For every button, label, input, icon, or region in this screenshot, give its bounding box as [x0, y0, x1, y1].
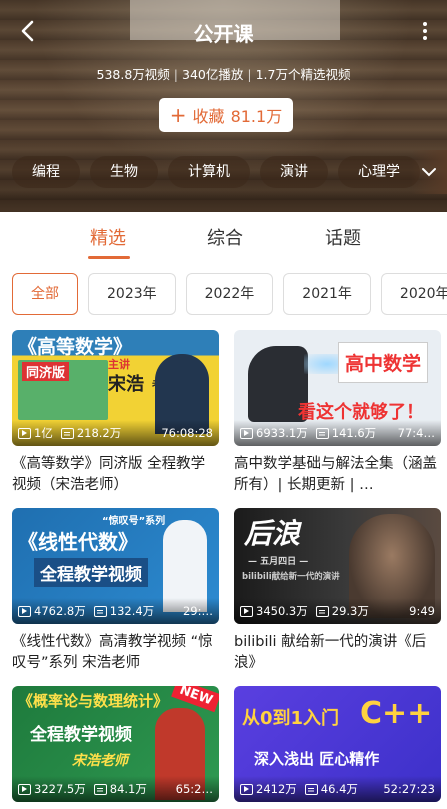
video-card[interactable]: 《高等数学》 同济版 主讲 宋浩 老师 1亿 218.2万 76:08:28 《…: [12, 330, 219, 496]
category-biology[interactable]: 生物: [90, 156, 158, 188]
duration: 76:08:28: [161, 426, 213, 440]
play-count-icon: [18, 427, 31, 439]
filter-2022[interactable]: 2022年: [185, 273, 274, 315]
video-thumbnail[interactable]: 高中数学 看这个就够了！ 6933.1万 141.6万 77:4…: [234, 330, 441, 446]
duration: 29:…: [182, 604, 213, 618]
stat-featured: 1.7万个精选视频: [255, 67, 351, 82]
thumb-meta-bar: 1亿 218.2万 76:08:28: [12, 420, 219, 446]
play-count: 1亿: [34, 426, 53, 440]
thumb-text: 全程教学视频: [34, 558, 148, 587]
favorite-button[interactable]: + 收藏 81.1万: [159, 98, 293, 132]
category-psychology[interactable]: 心理学: [338, 156, 420, 188]
video-thumbnail[interactable]: 从0到1入门 C++ 深入浅出 匠心精作 2412万 46.4万 52:27:2…: [234, 686, 441, 802]
top-bar: 公开课: [0, 12, 447, 52]
category-programming[interactable]: 编程: [12, 156, 80, 188]
danmaku-icon: [315, 605, 329, 617]
video-thumbnail[interactable]: 《高等数学》 同济版 主讲 宋浩 老师 1亿 218.2万 76:08:28: [12, 330, 219, 446]
play-count-icon: [18, 605, 31, 617]
play-count-icon: [18, 783, 31, 795]
danmaku-count: 218.2万: [76, 426, 122, 440]
tab-general[interactable]: 综合: [207, 224, 243, 250]
danmaku-count: 84.1万: [109, 782, 147, 796]
more-vertical-icon[interactable]: [415, 16, 435, 46]
filter-2020[interactable]: 2020年: [380, 273, 447, 315]
tab-featured[interactable]: 精选: [90, 224, 126, 250]
category-speech[interactable]: 演讲: [260, 156, 328, 188]
thumb-text: 后浪: [244, 517, 301, 550]
play-count-icon: [240, 783, 253, 795]
thumb-text: — 五月四日 —: [248, 557, 309, 567]
thumb-text: bilibili献给新一代的演讲: [242, 572, 340, 582]
video-thumbnail[interactable]: “惊叹号”系列 《线性代数》 全程教学视频 4762.8万 132.4万 29:…: [12, 508, 219, 624]
video-title[interactable]: 《线性代数》高清教学视频 “惊叹号”系列 宋浩老师: [12, 632, 219, 674]
active-tab-indicator: [88, 256, 130, 259]
danmaku-count: 29.3万: [331, 604, 369, 618]
play-count: 3450.3万: [256, 604, 308, 618]
plus-icon: +: [169, 103, 187, 127]
page-title: 公开课: [193, 22, 254, 46]
thumb-text: 《概率论与数理统计》: [18, 692, 169, 710]
danmaku-icon: [60, 427, 74, 439]
stat-plays: 340亿播放: [182, 67, 244, 82]
chevron-down-icon[interactable]: [411, 150, 447, 194]
stat-divider: |: [173, 67, 179, 82]
danmaku-icon: [315, 427, 329, 439]
thumb-text: 宋浩: [108, 374, 144, 395]
video-title[interactable]: 《高等数学》同济版 全程教学视频（宋浩老师）: [12, 454, 219, 496]
year-filter-bar: 全部 2023年 2022年 2021年 2020年: [12, 273, 447, 315]
thumb-text: 从0到1入门: [242, 708, 340, 729]
play-count-icon: [240, 605, 253, 617]
thumb-text: 宋浩老师: [72, 753, 128, 769]
tab-topics[interactable]: 话题: [325, 224, 361, 250]
play-count-icon: [240, 427, 253, 439]
danmaku-count: 46.4万: [320, 782, 358, 796]
filter-2023[interactable]: 2023年: [88, 273, 176, 315]
tab-bar: 精选 综合 话题: [0, 212, 447, 262]
stats-line: 538.8万视频 | 340亿播放 | 1.7万个精选视频: [0, 64, 447, 83]
thumb-text: C++: [360, 696, 433, 731]
video-thumbnail[interactable]: 《概率论与数理统计》 全程教学视频 宋浩老师 NEW 3227.5万 84.1万…: [12, 686, 219, 802]
thumb-text: 《线性代数》: [18, 530, 138, 554]
category-bar: 编程 生物 计算机 演讲 心理学: [12, 156, 420, 188]
play-count: 6933.1万: [256, 426, 308, 440]
category-computer[interactable]: 计算机: [168, 156, 250, 188]
video-card[interactable]: 后浪 — 五月四日 — bilibili献给新一代的演讲 3450.3万 29.…: [234, 508, 441, 674]
favorite-label: 收藏: [192, 107, 225, 126]
danmaku-icon: [93, 605, 107, 617]
thumb-text: 全程教学视频: [30, 725, 132, 745]
duration: 65:2…: [175, 782, 213, 796]
stat-divider: |: [247, 67, 252, 82]
filter-2021[interactable]: 2021年: [283, 273, 371, 315]
thumb-text: 高中数学: [338, 342, 429, 383]
duration: 52:27:23: [383, 782, 435, 796]
thumb-meta-bar: 6933.1万 141.6万 77:4…: [234, 420, 441, 446]
video-card[interactable]: “惊叹号”系列 《线性代数》 全程教学视频 4762.8万 132.4万 29:…: [12, 508, 219, 674]
thumb-meta-bar: 2412万 46.4万 52:27:23: [234, 776, 441, 802]
danmaku-count: 132.4万: [109, 604, 155, 618]
play-count: 3227.5万: [34, 782, 86, 796]
thumb-meta-bar: 3227.5万 84.1万 65:2…: [12, 776, 219, 802]
thumb-text: “惊叹号”系列: [102, 516, 166, 527]
danmaku-count: 141.6万: [331, 426, 377, 440]
video-card[interactable]: 从0到1入门 C++ 深入浅出 匠心精作 2412万 46.4万 52:27:2…: [234, 686, 441, 802]
duration: 77:4…: [397, 426, 435, 440]
danmaku-icon: [93, 783, 107, 795]
video-title[interactable]: 高中数学基础与解法全集（涵盖所有）| 长期更新 | …: [234, 454, 441, 496]
video-card[interactable]: 《概率论与数理统计》 全程教学视频 宋浩老师 NEW 3227.5万 84.1万…: [12, 686, 219, 802]
thumb-text: 深入浅出 匠心精作: [254, 750, 380, 768]
danmaku-icon: [304, 783, 318, 795]
thumb-meta-bar: 3450.3万 29.3万 9:49: [234, 598, 441, 624]
thumb-meta-bar: 4762.8万 132.4万 29:…: [12, 598, 219, 624]
filter-all[interactable]: 全部: [12, 273, 78, 315]
stat-videos: 538.8万视频: [96, 67, 170, 82]
thumb-text: 同济版: [22, 362, 70, 381]
thumb-text: 《高等数学》: [18, 336, 133, 358]
play-count: 4762.8万: [34, 604, 86, 618]
video-card[interactable]: 高中数学 看这个就够了！ 6933.1万 141.6万 77:4… 高中数学基础…: [234, 330, 441, 496]
favorite-count: 81.1万: [230, 107, 283, 126]
play-count: 2412万: [256, 782, 297, 796]
video-thumbnail[interactable]: 后浪 — 五月四日 — bilibili献给新一代的演讲 3450.3万 29.…: [234, 508, 441, 624]
video-title[interactable]: bilibili 献给新一代的演讲《后浪》: [234, 632, 441, 674]
duration: 9:49: [409, 604, 435, 618]
